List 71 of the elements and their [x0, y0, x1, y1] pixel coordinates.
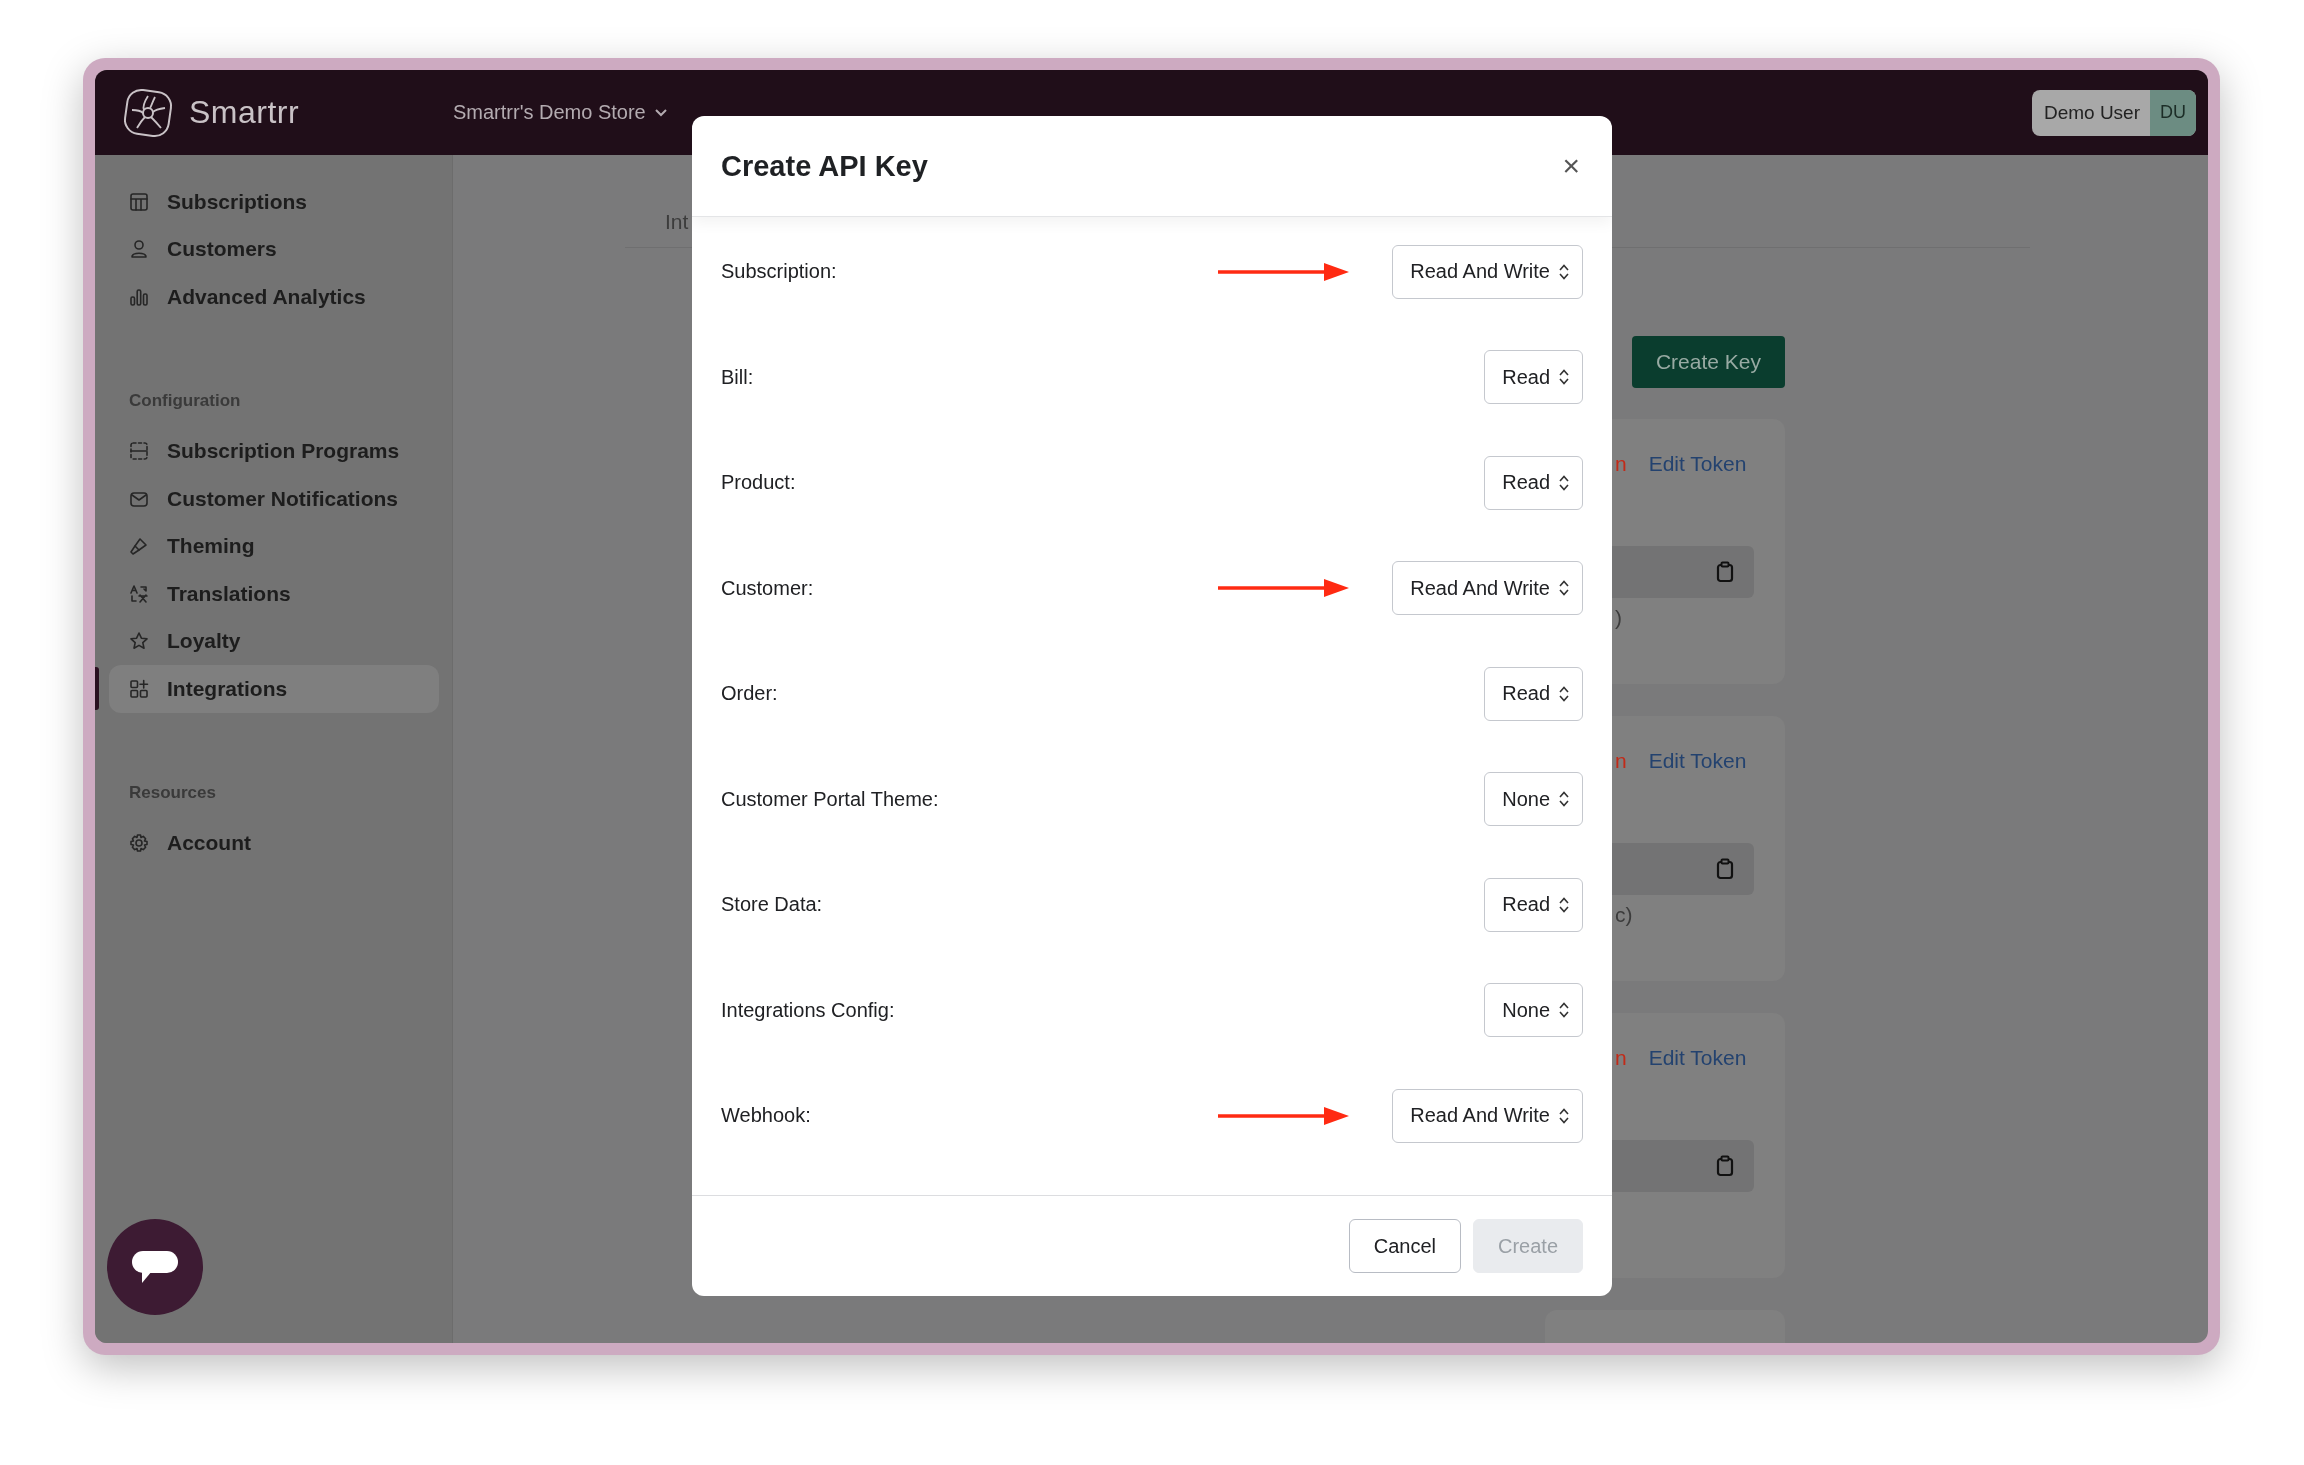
permission-select[interactable]: Read And Write — [1392, 1088, 1583, 1143]
clipboard-icon — [1716, 1155, 1734, 1177]
clipboard-icon — [1716, 561, 1734, 583]
field-label: Product: — [721, 471, 797, 495]
permission-select[interactable]: Read And Write — [1392, 561, 1583, 616]
table-icon — [129, 191, 149, 212]
sidebar-item[interactable]: Account — [109, 819, 439, 867]
updown-chevron-icon — [1558, 895, 1570, 914]
field-label: Customer: — [721, 576, 815, 600]
cancel-button[interactable]: Cancel — [1348, 1219, 1461, 1273]
section-heading: Configuration — [128, 390, 242, 411]
field-label: Integrations Config: — [721, 998, 896, 1022]
permission-select[interactable]: Read — [1484, 350, 1583, 405]
permission-select[interactable]: None — [1484, 772, 1583, 827]
logo-icon — [123, 87, 173, 138]
updown-chevron-icon — [1558, 684, 1570, 703]
sidebar-item[interactable]: Customer Notifications — [109, 475, 439, 523]
field-label: Webhook: — [721, 1104, 812, 1128]
sidebar-item[interactable]: Subscription Programs — [109, 427, 439, 475]
note-text: c) — [1615, 903, 1634, 927]
updown-chevron-icon — [1558, 473, 1570, 492]
store-selector[interactable]: Smartrr's Demo Store — [453, 101, 668, 124]
field-label: Customer Portal Theme: — [721, 787, 940, 811]
dashed-layout-icon — [129, 441, 149, 462]
permission-select[interactable]: Read — [1484, 455, 1583, 510]
dialog-title: Create API Key — [721, 149, 928, 183]
translate-icon — [129, 583, 149, 604]
avatar: DU — [2150, 89, 2196, 136]
bar-chart-icon — [129, 286, 149, 307]
permission-select[interactable]: Read — [1484, 877, 1583, 932]
sidebar-item[interactable]: Customers — [109, 225, 439, 273]
updown-chevron-icon — [1558, 368, 1570, 387]
copy-button[interactable] — [1716, 1155, 1734, 1177]
close-button[interactable]: × — [1558, 149, 1584, 183]
star-icon — [129, 631, 149, 652]
copy-button[interactable] — [1716, 858, 1734, 880]
sidebar-item[interactable]: Advanced Analytics — [109, 273, 439, 321]
create-key-button[interactable]: Create Key — [1631, 336, 1785, 388]
selection-indicator — [95, 667, 99, 710]
permission-select[interactable]: Read And Write — [1392, 244, 1583, 299]
sidebar-item[interactable]: Theming — [109, 522, 439, 570]
section-heading: Resources — [128, 782, 217, 803]
brand-name: Smartrr — [189, 94, 300, 131]
edit-token-link[interactable]: Edit Token — [1648, 1046, 1747, 1070]
field-label: Order: — [721, 682, 779, 706]
updown-chevron-icon — [1558, 579, 1570, 598]
sidebar-item[interactable]: Loyalty — [109, 617, 439, 665]
sidebar-item[interactable]: Translations — [109, 570, 439, 618]
apps-icon — [129, 678, 149, 699]
updown-chevron-icon — [1558, 1106, 1570, 1125]
user-menu[interactable]: Demo User DU — [2031, 89, 2196, 136]
edit-token-link[interactable]: Edit Token — [1648, 452, 1747, 476]
brush-icon — [129, 536, 149, 557]
field-label: Bill: — [721, 365, 755, 389]
updown-chevron-icon — [1558, 1001, 1570, 1020]
tab[interactable]: Int — [665, 210, 689, 234]
sidebar-item[interactable]: Subscriptions — [109, 178, 439, 226]
gear-icon — [129, 833, 149, 854]
edit-token-link[interactable]: Edit Token — [1648, 749, 1747, 773]
updown-chevron-icon — [1558, 262, 1570, 281]
field-label: Store Data: — [721, 893, 824, 917]
field-label: Subscription: — [721, 260, 838, 284]
chevron-down-icon — [653, 107, 668, 118]
clipboard-icon — [1716, 858, 1734, 880]
user-name: Demo User — [2043, 101, 2141, 124]
permission-select[interactable]: None — [1484, 983, 1583, 1038]
copy-button[interactable] — [1716, 561, 1734, 583]
note-text: ) — [1615, 606, 1623, 630]
person-icon — [129, 239, 149, 260]
permission-select[interactable]: Read — [1484, 666, 1583, 721]
updown-chevron-icon — [1558, 790, 1570, 809]
